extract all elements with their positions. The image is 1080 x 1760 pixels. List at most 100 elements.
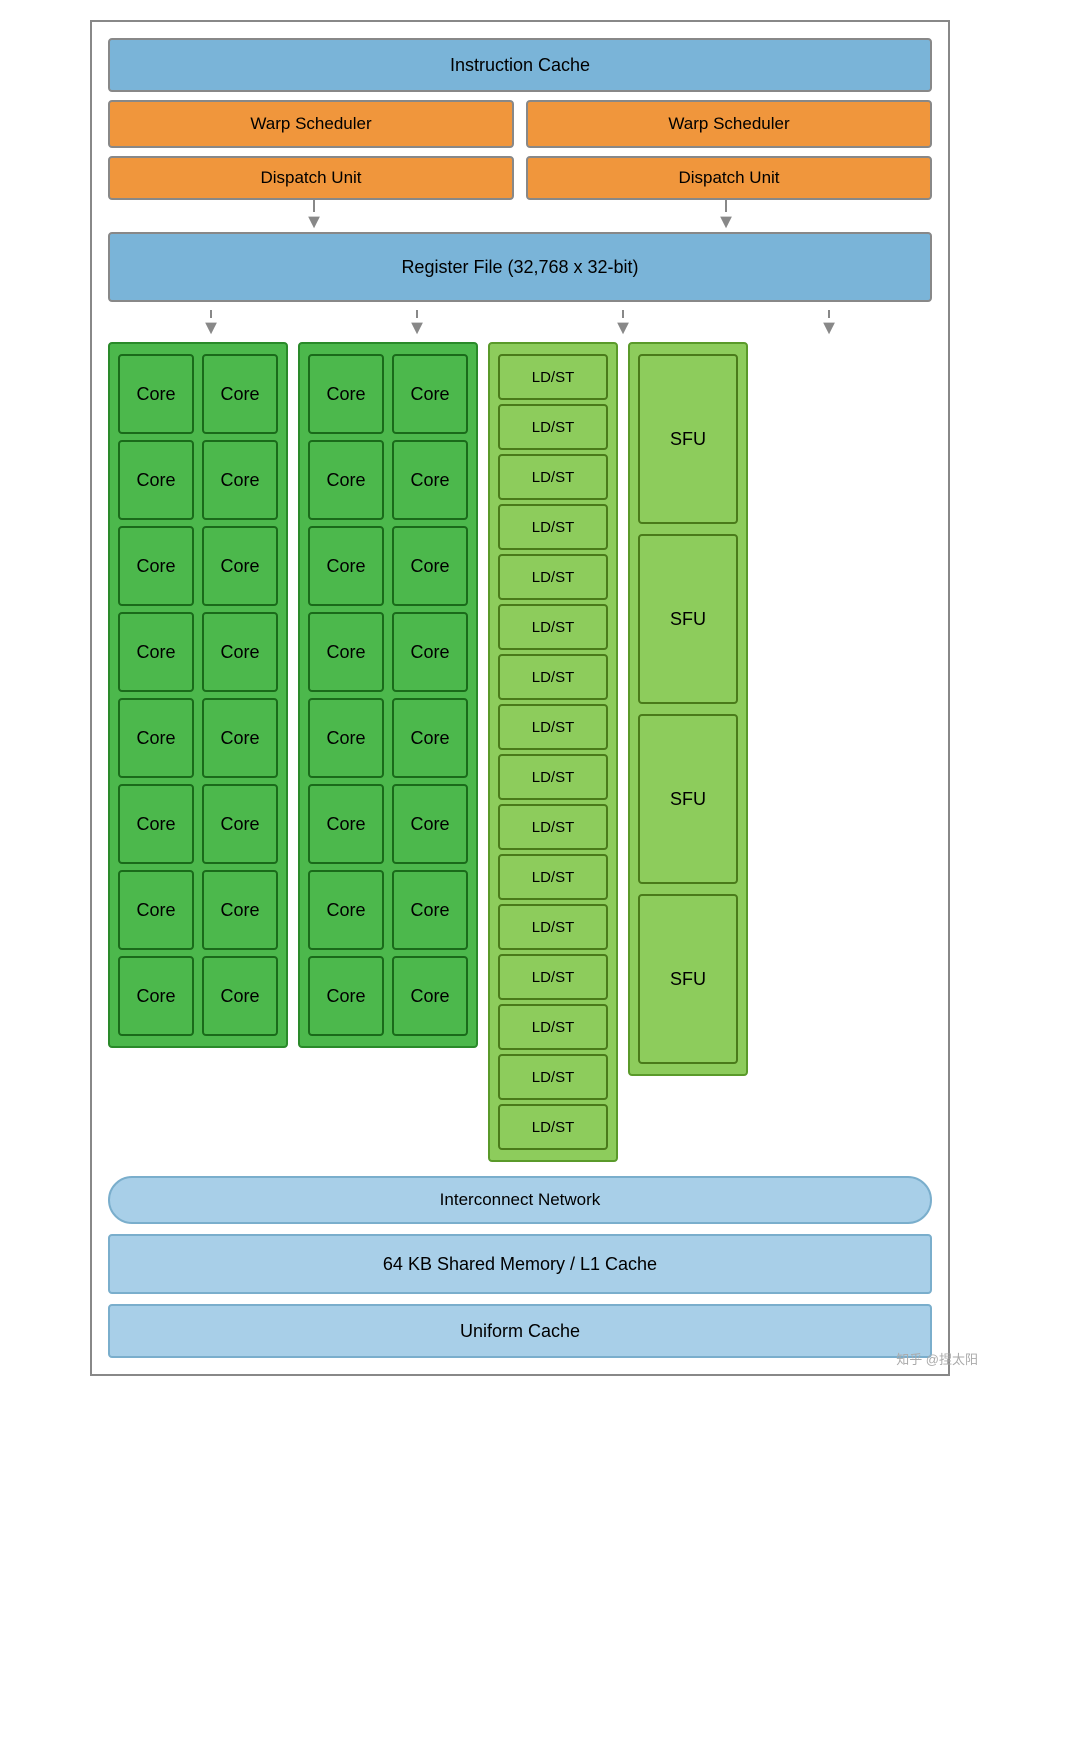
dispatch-unit-row: Dispatch Unit Dispatch Unit (108, 156, 932, 200)
ldst-panel: LD/ST LD/ST LD/ST LD/ST LD/ST LD/ST LD/S… (488, 342, 618, 1162)
core-1-1: Core (118, 354, 194, 434)
cores2-row-2: Core Core (308, 440, 468, 520)
warp-scheduler-1: Warp Scheduler (108, 100, 514, 148)
arrow-6: ▼ (819, 310, 839, 338)
cores-row-6: Core Core (118, 784, 278, 864)
core-2-15: Core (308, 956, 384, 1036)
arrow-4: ▼ (407, 310, 427, 338)
cores2-row-7: Core Core (308, 870, 468, 950)
core-2-9: Core (308, 698, 384, 778)
core-2-10: Core (392, 698, 468, 778)
core-1-12: Core (202, 784, 278, 864)
cores2-row-1: Core Core (308, 354, 468, 434)
core-2-3: Core (308, 440, 384, 520)
core-2-8: Core (392, 612, 468, 692)
cores-row-3: Core Core (118, 526, 278, 606)
ldst-10: LD/ST (498, 804, 608, 850)
cores2-row-8: Core Core (308, 956, 468, 1036)
cores2-row-6: Core Core (308, 784, 468, 864)
ldst-2: LD/ST (498, 404, 608, 450)
core-2-14: Core (392, 870, 468, 950)
cores-row-1: Core Core (118, 354, 278, 434)
cores-row-7: Core Core (118, 870, 278, 950)
cores-row-2: Core Core (118, 440, 278, 520)
uniform-cache-label: Uniform Cache (460, 1321, 580, 1342)
core-1-15: Core (118, 956, 194, 1036)
sfu-1: SFU (638, 354, 738, 524)
core-1-3: Core (118, 440, 194, 520)
core-1-10: Core (202, 698, 278, 778)
register-file-label: Register File (32,768 x 32-bit) (401, 257, 638, 278)
shared-memory-label: 64 KB Shared Memory / L1 Cache (383, 1254, 657, 1275)
interconnect-label: Interconnect Network (440, 1190, 601, 1210)
ldst-14: LD/ST (498, 1004, 608, 1050)
core-2-11: Core (308, 784, 384, 864)
arrow-5: ▼ (613, 310, 633, 338)
dispatch-unit-2: Dispatch Unit (526, 156, 932, 200)
core-2-6: Core (392, 526, 468, 606)
cores2-row-5: Core Core (308, 698, 468, 778)
ldst-3: LD/ST (498, 454, 608, 500)
ldst-8: LD/ST (498, 704, 608, 750)
ldst-11: LD/ST (498, 854, 608, 900)
cores-row-5: Core Core (118, 698, 278, 778)
ldst-1: LD/ST (498, 354, 608, 400)
sfu-4: SFU (638, 894, 738, 1064)
instruction-cache-label: Instruction Cache (450, 55, 590, 76)
sfu-panel: SFU SFU SFU SFU (628, 342, 748, 1076)
core-2-1: Core (308, 354, 384, 434)
diagram-container: Instruction Cache Warp Scheduler Warp Sc… (90, 20, 950, 1376)
warp-scheduler-2: Warp Scheduler (526, 100, 932, 148)
core-1-13: Core (118, 870, 194, 950)
core-1-6: Core (202, 526, 278, 606)
instruction-cache-block: Instruction Cache (108, 38, 932, 92)
cores-panel-2: Core Core Core Core Core Core Core Core … (298, 342, 478, 1048)
core-1-7: Core (118, 612, 194, 692)
core-1-14: Core (202, 870, 278, 950)
core-1-16: Core (202, 956, 278, 1036)
core-1-4: Core (202, 440, 278, 520)
cores-row-4: Core Core (118, 612, 278, 692)
core-2-16: Core (392, 956, 468, 1036)
arrow-3: ▼ (201, 310, 221, 338)
ldst-15: LD/ST (498, 1054, 608, 1100)
ldst-7: LD/ST (498, 654, 608, 700)
watermark: 知乎 @捏太阳 (896, 1349, 978, 1368)
arrows-to-exec: ▼ ▼ ▼ ▼ (108, 306, 932, 338)
ldst-6: LD/ST (498, 604, 608, 650)
sfu-3: SFU (638, 714, 738, 884)
ldst-5: LD/ST (498, 554, 608, 600)
core-1-8: Core (202, 612, 278, 692)
arrows-to-register: ▼ ▼ (108, 200, 932, 232)
core-1-2: Core (202, 354, 278, 434)
core-1-11: Core (118, 784, 194, 864)
ldst-12: LD/ST (498, 904, 608, 950)
sfu-2: SFU (638, 534, 738, 704)
core-2-7: Core (308, 612, 384, 692)
ldst-13: LD/ST (498, 954, 608, 1000)
ldst-4: LD/ST (498, 504, 608, 550)
cores2-row-4: Core Core (308, 612, 468, 692)
core-2-5: Core (308, 526, 384, 606)
warp-scheduler-row: Warp Scheduler Warp Scheduler (108, 100, 932, 148)
core-2-4: Core (392, 440, 468, 520)
diagram-wrapper: Instruction Cache Warp Scheduler Warp Sc… (90, 20, 990, 1376)
core-2-2: Core (392, 354, 468, 434)
dispatch-unit-1: Dispatch Unit (108, 156, 514, 200)
core-2-13: Core (308, 870, 384, 950)
arrow-1: ▼ (304, 200, 324, 232)
execution-units-row: Core Core Core Core Core Core Core Core … (108, 342, 932, 1162)
arrow-2: ▼ (716, 200, 736, 232)
register-file-block: Register File (32,768 x 32-bit) (108, 232, 932, 302)
cores-row-8: Core Core (118, 956, 278, 1036)
shared-memory-block: 64 KB Shared Memory / L1 Cache (108, 1234, 932, 1294)
ldst-9: LD/ST (498, 754, 608, 800)
core-1-5: Core (118, 526, 194, 606)
core-1-9: Core (118, 698, 194, 778)
interconnect-block: Interconnect Network (108, 1176, 932, 1224)
uniform-cache-block: Uniform Cache (108, 1304, 932, 1358)
cores2-row-3: Core Core (308, 526, 468, 606)
ldst-16: LD/ST (498, 1104, 608, 1150)
cores-panel-1: Core Core Core Core Core Core Core Core … (108, 342, 288, 1048)
core-2-12: Core (392, 784, 468, 864)
